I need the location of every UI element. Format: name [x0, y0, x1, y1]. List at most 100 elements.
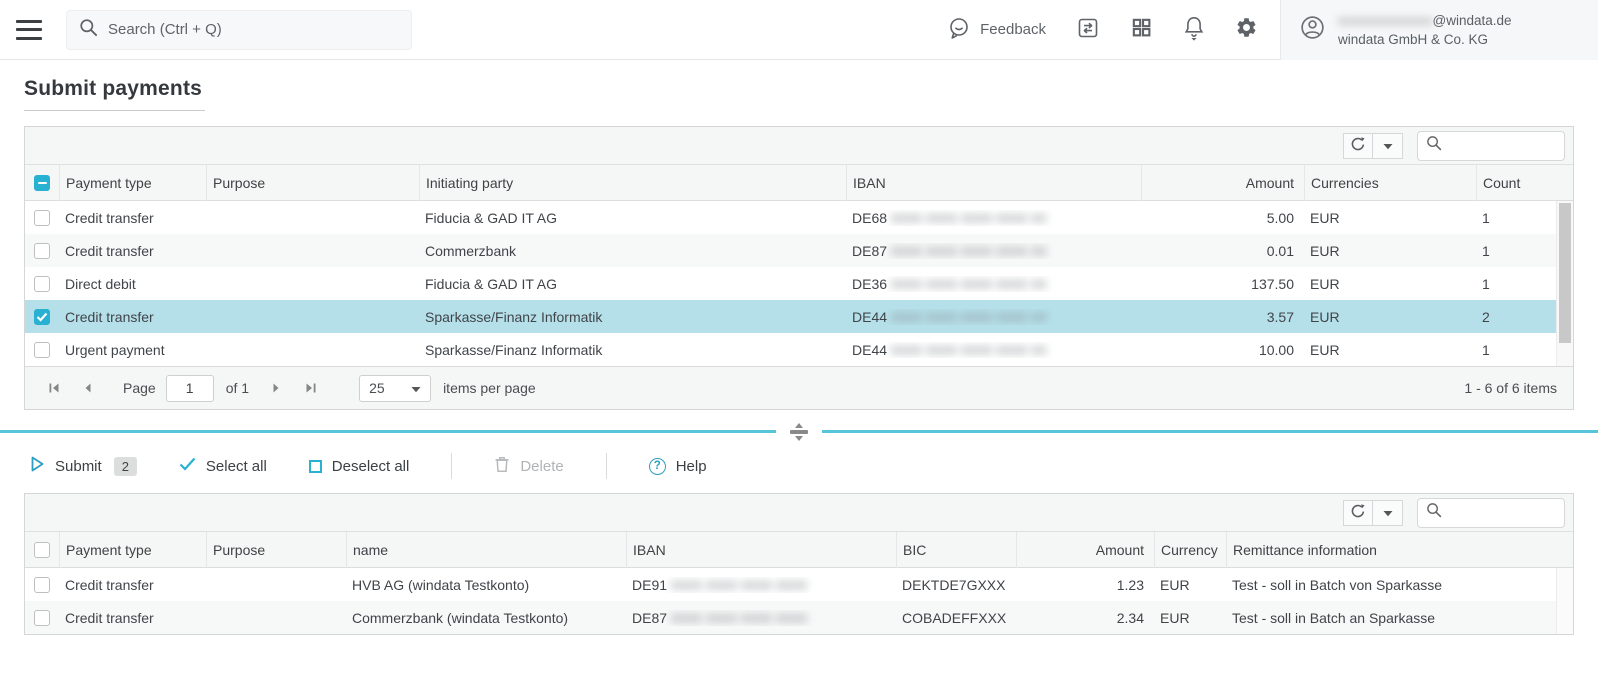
refresh-options-button[interactable] — [1373, 500, 1403, 526]
notifications-button[interactable] — [1183, 15, 1205, 45]
delete-button[interactable]: Delete — [494, 455, 563, 477]
last-page-button[interactable] — [297, 375, 323, 401]
deselect-all-label: Deselect all — [332, 458, 410, 475]
row-checkbox[interactable] — [34, 210, 50, 226]
col-header-currency[interactable]: Currency — [1154, 532, 1226, 568]
cell-iban: DE87 0000 0000 0000 0000 — [626, 610, 896, 626]
header-checkbox-cell — [25, 532, 59, 568]
settings-button[interactable] — [1235, 16, 1258, 43]
batches-search-input[interactable] — [1448, 138, 1558, 154]
table-row[interactable]: Credit transfer Commerzbank (windata Tes… — [25, 601, 1556, 634]
row-checkbox[interactable] — [34, 276, 50, 292]
toolbar-divider — [606, 453, 607, 479]
scrollbar-thumb[interactable] — [1559, 203, 1571, 343]
page-of-label: of 1 — [226, 380, 249, 396]
account-menu[interactable]: xxxxxxxxxxxxxx@windata.de windata GmbH &… — [1280, 0, 1598, 60]
cell-payment-type: Direct debit — [59, 276, 206, 292]
apps-grid-icon — [1130, 16, 1153, 43]
row-checkbox[interactable] — [34, 342, 50, 358]
cell-currency: EUR — [1304, 276, 1476, 292]
first-page-button[interactable] — [41, 375, 67, 401]
refresh-button[interactable] — [1343, 500, 1373, 526]
page-number-input[interactable] — [166, 375, 214, 402]
payments-grid-search[interactable] — [1417, 498, 1565, 528]
deselect-all-button[interactable]: Deselect all — [309, 458, 410, 475]
cell-count: 2 — [1476, 309, 1556, 325]
refresh-button[interactable] — [1343, 133, 1373, 159]
select-all-checkbox[interactable] — [34, 175, 50, 191]
row-checkbox[interactable] — [34, 577, 50, 593]
caret-down-icon — [1383, 138, 1393, 153]
global-search[interactable] — [66, 10, 412, 50]
select-all-checkbox[interactable] — [34, 542, 50, 558]
col-header-currencies[interactable]: Currencies — [1304, 165, 1476, 201]
submit-button[interactable]: Submit 2 — [30, 455, 137, 477]
transfer-button[interactable] — [1076, 16, 1100, 44]
table-row[interactable]: Credit transfer Fiducia & GAD IT AG DE68… — [25, 201, 1556, 234]
table-row[interactable]: Credit transfer Commerzbank DE87 0000 00… — [25, 234, 1556, 267]
col-header-amount[interactable]: Amount — [1016, 532, 1154, 568]
cell-count: 1 — [1476, 276, 1556, 292]
col-header-count[interactable]: Count — [1476, 165, 1573, 201]
col-header-payment-type[interactable]: Payment type — [59, 165, 206, 201]
col-header-iban[interactable]: IBAN — [626, 532, 896, 568]
table-row[interactable]: Credit transfer HVB AG (windata Testkont… — [25, 568, 1556, 601]
vertical-scrollbar[interactable] — [1556, 201, 1573, 366]
select-all-button[interactable]: Select all — [179, 457, 267, 475]
previous-page-button[interactable] — [75, 375, 101, 401]
table-row[interactable]: Urgent payment Sparkasse/Finanz Informat… — [25, 333, 1556, 366]
splitter-handle-icon[interactable] — [776, 421, 822, 443]
cell-currency: EUR — [1304, 210, 1476, 226]
col-header-purpose[interactable]: Purpose — [206, 532, 346, 568]
col-header-amount[interactable]: Amount — [1141, 165, 1304, 201]
help-label: Help — [676, 458, 707, 475]
global-search-input[interactable] — [108, 21, 411, 38]
col-header-initiating-party[interactable]: Initiating party — [419, 165, 846, 201]
vertical-scrollbar-track[interactable] — [1556, 568, 1573, 634]
feedback-button[interactable]: Feedback — [947, 16, 1046, 44]
cell-count: 1 — [1476, 342, 1556, 358]
row-checkbox[interactable] — [34, 243, 50, 259]
payments-grid-header: Payment type Purpose name IBAN BIC Amoun… — [25, 532, 1573, 568]
cell-amount: 3.57 — [1141, 309, 1304, 325]
col-header-purpose[interactable]: Purpose — [206, 165, 419, 201]
pager-range-label: 1 - 6 of 6 items — [1464, 380, 1557, 396]
col-header-iban[interactable]: IBAN — [846, 165, 1141, 201]
cell-bic: COBADEFFXXX — [896, 610, 1016, 626]
batches-grid-body: Credit transfer Fiducia & GAD IT AG DE68… — [25, 201, 1573, 366]
next-page-button[interactable] — [263, 375, 289, 401]
notifications-bell-icon — [1183, 15, 1205, 45]
col-header-name[interactable]: name — [346, 532, 626, 568]
col-header-bic[interactable]: BIC — [896, 532, 1016, 568]
cell-bic: DEKTDE7GXXX — [896, 577, 1016, 593]
page-size-dropdown[interactable]: 25 — [359, 375, 431, 402]
col-header-payment-type[interactable]: Payment type — [59, 532, 206, 568]
col-header-remittance[interactable]: Remittance information — [1226, 532, 1573, 568]
caret-down-icon — [411, 380, 421, 396]
cell-remittance: Test - soll in Batch von Sparkasse — [1226, 577, 1556, 593]
row-checkbox[interactable] — [34, 309, 50, 325]
cell-name: HVB AG (windata Testkonto) — [346, 577, 626, 593]
refresh-options-button[interactable] — [1373, 133, 1403, 159]
pane-splitter[interactable] — [0, 430, 1598, 433]
cell-amount: 0.01 — [1141, 243, 1304, 259]
account-organization: windata GmbH & Co. KG — [1338, 30, 1512, 49]
cell-currency: EUR — [1304, 309, 1476, 325]
account-email: xxxxxxxxxxxxxx@windata.de — [1338, 11, 1512, 30]
cell-iban: DE44 0000 0000 0000 0000 00 — [846, 342, 1141, 358]
search-icon — [1426, 135, 1442, 156]
row-checkbox[interactable] — [34, 610, 50, 626]
cell-currency: EUR — [1304, 342, 1476, 358]
apps-grid-button[interactable] — [1130, 16, 1153, 43]
cell-initiating-party: Commerzbank — [419, 243, 846, 259]
batches-grid-search[interactable] — [1417, 131, 1565, 161]
help-button[interactable]: Help — [649, 458, 707, 475]
delete-label: Delete — [520, 458, 563, 475]
cell-amount: 5.00 — [1141, 210, 1304, 226]
feedback-label: Feedback — [980, 21, 1046, 38]
payments-search-input[interactable] — [1448, 505, 1558, 521]
menu-icon[interactable] — [16, 18, 46, 42]
table-row[interactable]: Direct debit Fiducia & GAD IT AG DE36 00… — [25, 267, 1556, 300]
cell-count: 1 — [1476, 243, 1556, 259]
table-row-selected[interactable]: Credit transfer Sparkasse/Finanz Informa… — [25, 300, 1556, 333]
